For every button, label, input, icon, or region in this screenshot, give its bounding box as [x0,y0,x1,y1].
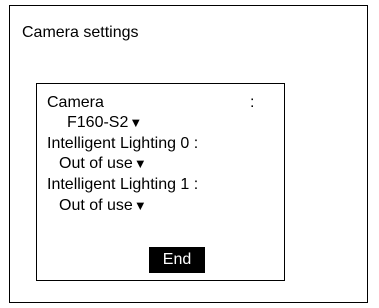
settings-panel: Camera : F160-S2▼ Intelligent Lighting 0… [36,83,285,281]
camera-colon: : [250,94,255,111]
camera-settings-window: Camera settings Camera : F160-S2▼ Intell… [9,5,368,303]
end-button[interactable]: End [149,247,205,273]
lighting-0-label: Intelligent Lighting 0 : [47,135,199,152]
window-title: Camera settings [22,24,139,41]
lighting-1-label: Intelligent Lighting 1 : [47,176,199,193]
dropdown-arrow-icon[interactable]: ▼ [134,197,147,215]
lighting-1-select[interactable]: Out of use▼ [59,197,147,215]
dropdown-arrow-icon[interactable]: ▼ [134,155,147,173]
lighting-0-select[interactable]: Out of use▼ [59,155,147,173]
lighting-1-value: Out of use [59,197,133,214]
camera-label: Camera [47,94,104,111]
lighting-0-value: Out of use [59,155,133,172]
camera-select[interactable]: F160-S2▼ [67,114,142,132]
dropdown-arrow-icon[interactable]: ▼ [129,114,142,132]
camera-value: F160-S2 [67,114,129,131]
